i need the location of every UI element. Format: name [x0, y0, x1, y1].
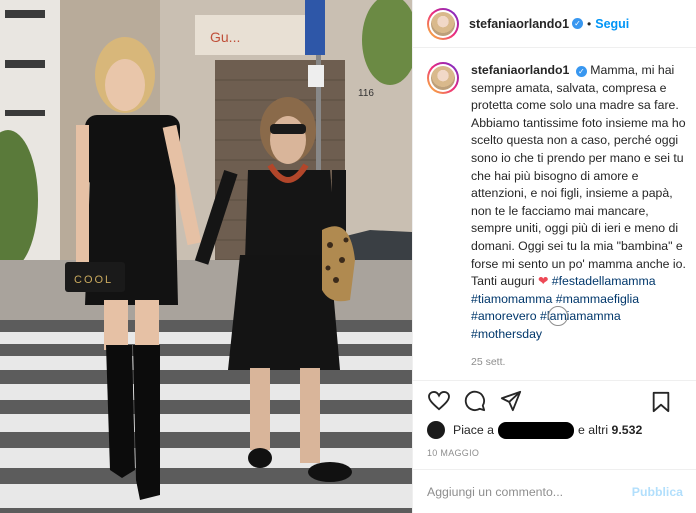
- likes-suffix: e altri: [578, 423, 609, 437]
- verified-badge-icon: ✓: [575, 66, 587, 77]
- post-photo[interactable]: Gu... 116 COOL: [0, 0, 412, 513]
- comment-icon: [464, 390, 486, 411]
- action-bar: [413, 380, 696, 420]
- post-image: Gu... 116 COOL: [0, 0, 412, 513]
- caption-date: 25 sett.: [471, 355, 506, 368]
- building-number: 116: [358, 88, 374, 99]
- caption-text: stefaniaorlando1 ✓ Mamma, mi hai sempre …: [471, 62, 687, 344]
- likes-prefix: Piace a: [453, 423, 495, 437]
- heart-icon: [428, 390, 450, 410]
- share-button[interactable]: [499, 389, 523, 413]
- dot-separator: •: [587, 16, 592, 31]
- bag-text: COOL: [74, 274, 113, 286]
- caption-row: stefaniaorlando1 ✓ Mamma, mi hai sempre …: [427, 62, 687, 344]
- header-username[interactable]: stefaniaorlando1: [469, 17, 569, 31]
- likes-line: Piace a e altri 9.532: [427, 420, 642, 440]
- heart-emoji: ❤: [538, 274, 549, 289]
- bookmark-icon: [652, 391, 670, 413]
- save-button[interactable]: [649, 390, 673, 414]
- caption-username[interactable]: stefaniaorlando1: [471, 63, 569, 77]
- like-button[interactable]: [427, 389, 451, 413]
- verified-badge-icon: ✓: [572, 18, 584, 29]
- publish-button[interactable]: Pubblica: [632, 485, 683, 499]
- comment-bar: Pubblica: [413, 469, 696, 513]
- redacted-username: [498, 421, 575, 439]
- caption-body: Mamma, mi hai sempre amata, salvata, com…: [471, 63, 686, 289]
- storefront-sign: Gu...: [210, 29, 240, 45]
- comment-button[interactable]: [463, 389, 487, 413]
- post-header: stefaniaorlando1 ✓ • Segui: [413, 0, 696, 48]
- view-replies-icon[interactable]: [548, 306, 568, 326]
- liker-avatar[interactable]: [427, 421, 445, 439]
- follow-button[interactable]: Segui: [595, 17, 629, 31]
- caption-avatar[interactable]: [427, 62, 459, 94]
- comment-input[interactable]: [427, 484, 627, 499]
- paper-plane-icon: [500, 390, 522, 411]
- post-date: 10 MAGGIO: [427, 448, 480, 458]
- avatar[interactable]: [427, 7, 459, 40]
- likes-count[interactable]: 9.532: [612, 423, 643, 437]
- caption-area: stefaniaorlando1 ✓ Mamma, mi hai sempre …: [413, 62, 696, 380]
- post-side-panel: stefaniaorlando1 ✓ • Segui stefaniaorlan…: [412, 0, 696, 513]
